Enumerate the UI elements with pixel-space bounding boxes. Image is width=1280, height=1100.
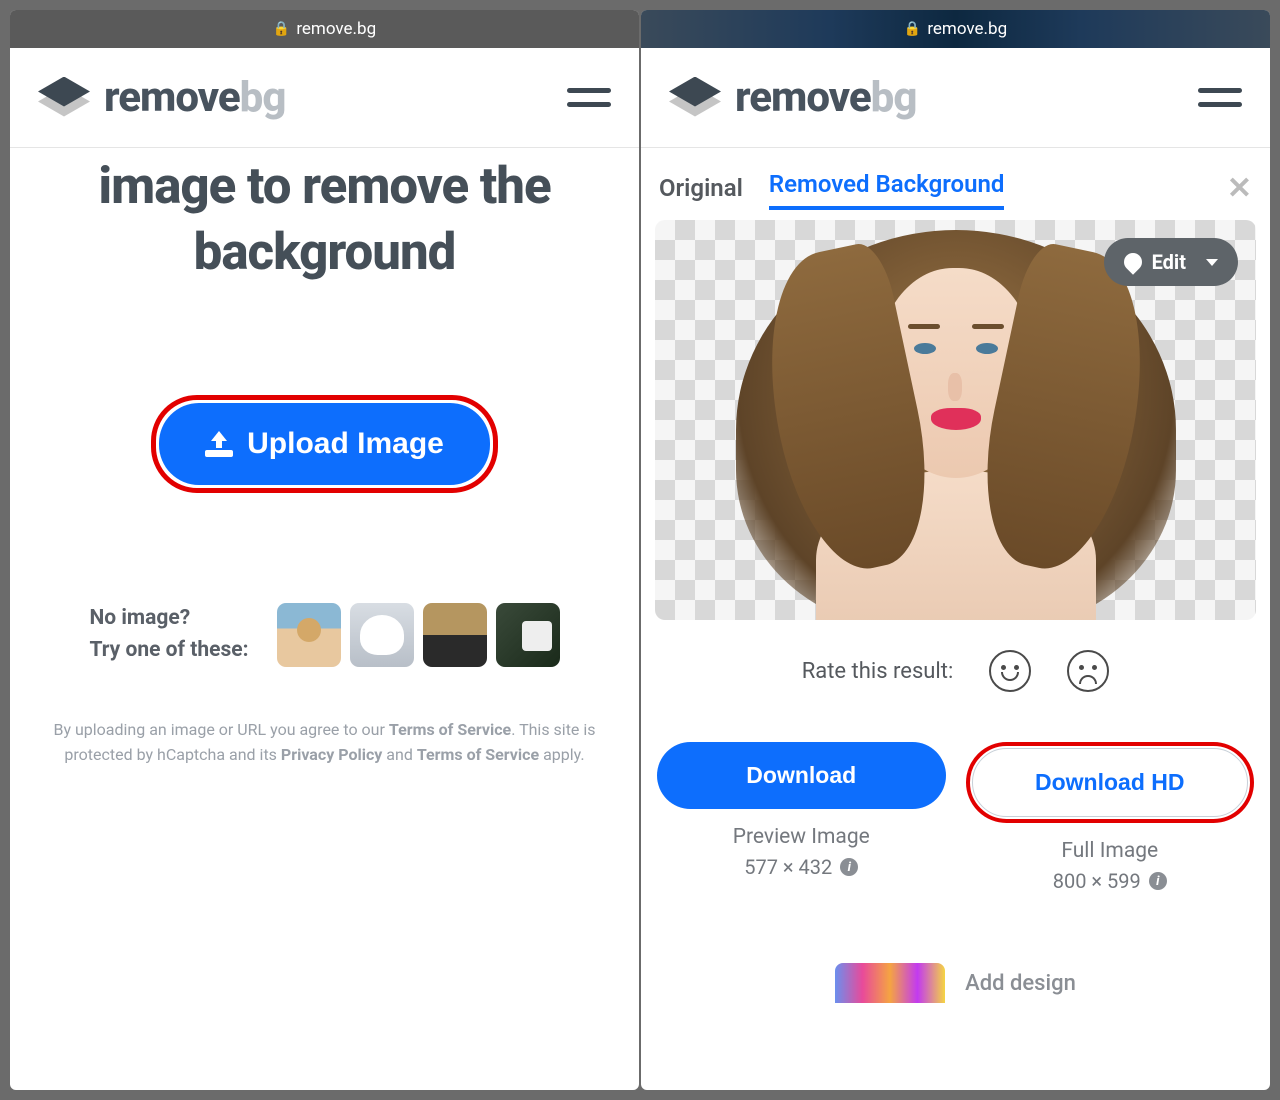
preview-meta-label: Preview Image (657, 825, 946, 849)
lock-icon: 🔒 (273, 21, 290, 37)
lock-icon: 🔒 (904, 21, 921, 37)
url-bar: 🔒 remove.bg (10, 10, 639, 48)
privacy-link[interactable]: Privacy Policy (281, 745, 382, 764)
left-content: image to remove the background Upload Im… (10, 148, 639, 1090)
preview-area: Edit (655, 220, 1256, 620)
tab-original[interactable]: Original (659, 170, 743, 206)
menu-icon[interactable] (1198, 88, 1242, 107)
logo-text: removebg (104, 73, 285, 122)
sample-image-2[interactable] (350, 603, 414, 667)
logo-text: removebg (735, 73, 916, 122)
add-design-label: Add design (965, 971, 1076, 996)
close-icon[interactable]: ✕ (1227, 171, 1252, 206)
brush-icon (1120, 249, 1145, 274)
tab-removed-bg[interactable]: Removed Background (769, 166, 1005, 210)
samples-text: No image? Try one of these: (89, 603, 248, 666)
download-button[interactable]: Download (657, 742, 946, 809)
rate-label: Rate this result: (802, 659, 954, 684)
menu-icon[interactable] (567, 88, 611, 107)
info-icon[interactable]: i (1149, 872, 1167, 890)
header: removebg (641, 48, 1270, 148)
sample-image-3[interactable] (423, 603, 487, 667)
logo[interactable]: removebg (669, 73, 916, 122)
logo[interactable]: removebg (38, 73, 285, 122)
chevron-down-icon (1206, 259, 1218, 266)
tos-link-2[interactable]: Terms of Service (417, 745, 539, 764)
right-content: Original Removed Background ✕ Edit (641, 148, 1270, 1090)
hero-text: image to remove the background (40, 154, 609, 287)
edit-button[interactable]: Edit (1104, 238, 1238, 286)
tos-link[interactable]: Terms of Service (389, 720, 511, 739)
download-col-hd: Download HD Full Image 800 × 599 i (966, 742, 1255, 893)
fine-print: By uploading an image or URL you agree t… (40, 717, 609, 768)
add-design-row[interactable]: Add design (655, 963, 1256, 1003)
logo-icon (669, 77, 721, 119)
download-hd-button[interactable]: Download HD (972, 748, 1249, 817)
full-meta-label: Full Image (966, 839, 1255, 863)
design-thumb-icon (835, 963, 945, 1003)
sample-image-4[interactable] (496, 603, 560, 667)
rate-row: Rate this result: (655, 650, 1256, 692)
logo-icon (38, 77, 90, 119)
header: removebg (10, 48, 639, 148)
url-text: remove.bg (296, 19, 376, 39)
phone-left: 🔒 remove.bg removebg image to remove the… (10, 10, 639, 1090)
samples-section: No image? Try one of these: (89, 603, 559, 667)
upload-icon (205, 431, 233, 457)
sample-image-1[interactable] (277, 603, 341, 667)
full-meta-dims: 800 × 599 i (966, 869, 1255, 893)
url-text: remove.bg (927, 19, 1007, 39)
edit-label: Edit (1152, 250, 1186, 274)
preview-meta-dims: 577 × 432 i (657, 855, 946, 879)
result-image (736, 220, 1176, 620)
download-col-preview: Download Preview Image 577 × 432 i (657, 742, 946, 893)
phone-right: 🔒 remove.bg removebg Original Removed Ba… (641, 10, 1270, 1090)
thumbs-down-icon[interactable] (1067, 650, 1109, 692)
thumbs-up-icon[interactable] (989, 650, 1031, 692)
upload-highlight: Upload Image (151, 395, 498, 493)
tabs-row: Original Removed Background ✕ (655, 148, 1256, 220)
upload-label: Upload Image (247, 427, 444, 461)
info-icon[interactable]: i (840, 858, 858, 876)
download-hd-highlight: Download HD (966, 742, 1255, 823)
upload-button[interactable]: Upload Image (159, 403, 490, 485)
download-row: Download Preview Image 577 × 432 i Downl… (655, 742, 1256, 893)
samples-row (277, 603, 560, 667)
url-bar: 🔒 remove.bg (641, 10, 1270, 48)
